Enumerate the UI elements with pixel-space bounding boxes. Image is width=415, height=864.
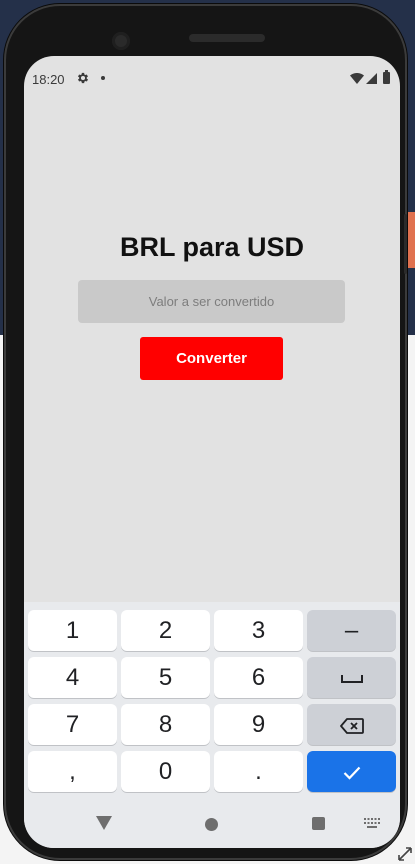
key-minus[interactable]: – [307, 610, 396, 651]
key-4[interactable]: 4 [28, 657, 117, 698]
key-period[interactable]: . [214, 751, 303, 792]
status-bar: 18:20 [24, 56, 400, 102]
key-comma[interactable]: , [28, 751, 117, 792]
key-9[interactable]: 9 [214, 704, 303, 745]
signal-icon [366, 73, 377, 84]
recents-square-icon[interactable] [312, 817, 325, 830]
gear-icon [77, 72, 89, 84]
key-2[interactable]: 2 [121, 610, 210, 651]
value-input[interactable] [78, 280, 345, 323]
power-button[interactable] [404, 214, 407, 274]
camera-icon [112, 32, 130, 50]
key-backspace[interactable] [307, 704, 396, 745]
space-bar-icon [340, 674, 363, 683]
phone-screen: 18:20 BRL para USD Converter 1 2 3 – 4 5 [24, 56, 400, 848]
key-5[interactable]: 5 [121, 657, 210, 698]
speaker-grille [189, 34, 265, 42]
home-circle-icon[interactable] [205, 818, 218, 831]
keyboard-switch-icon[interactable] [364, 818, 380, 829]
battery-icon [383, 70, 390, 84]
phone-frame: 18:20 BRL para USD Converter 1 2 3 – 4 5 [4, 4, 407, 860]
key-6[interactable]: 6 [214, 657, 303, 698]
key-8[interactable]: 8 [121, 704, 210, 745]
navigation-bar [24, 800, 400, 848]
notification-dot-icon [101, 76, 105, 80]
resize-arrows-icon[interactable] [397, 846, 413, 862]
status-time: 18:20 [32, 72, 65, 87]
check-icon [343, 766, 360, 780]
page-title: BRL para USD [119, 232, 305, 262]
key-3[interactable]: 3 [214, 610, 303, 651]
backspace-icon [339, 717, 364, 734]
back-triangle-icon[interactable] [96, 816, 112, 830]
key-7[interactable]: 7 [28, 704, 117, 745]
key-1[interactable]: 1 [28, 610, 117, 651]
convert-button[interactable]: Converter [140, 337, 283, 380]
key-space[interactable] [307, 657, 396, 698]
key-done[interactable] [307, 751, 396, 792]
wifi-icon [350, 73, 364, 84]
key-0[interactable]: 0 [121, 751, 210, 792]
